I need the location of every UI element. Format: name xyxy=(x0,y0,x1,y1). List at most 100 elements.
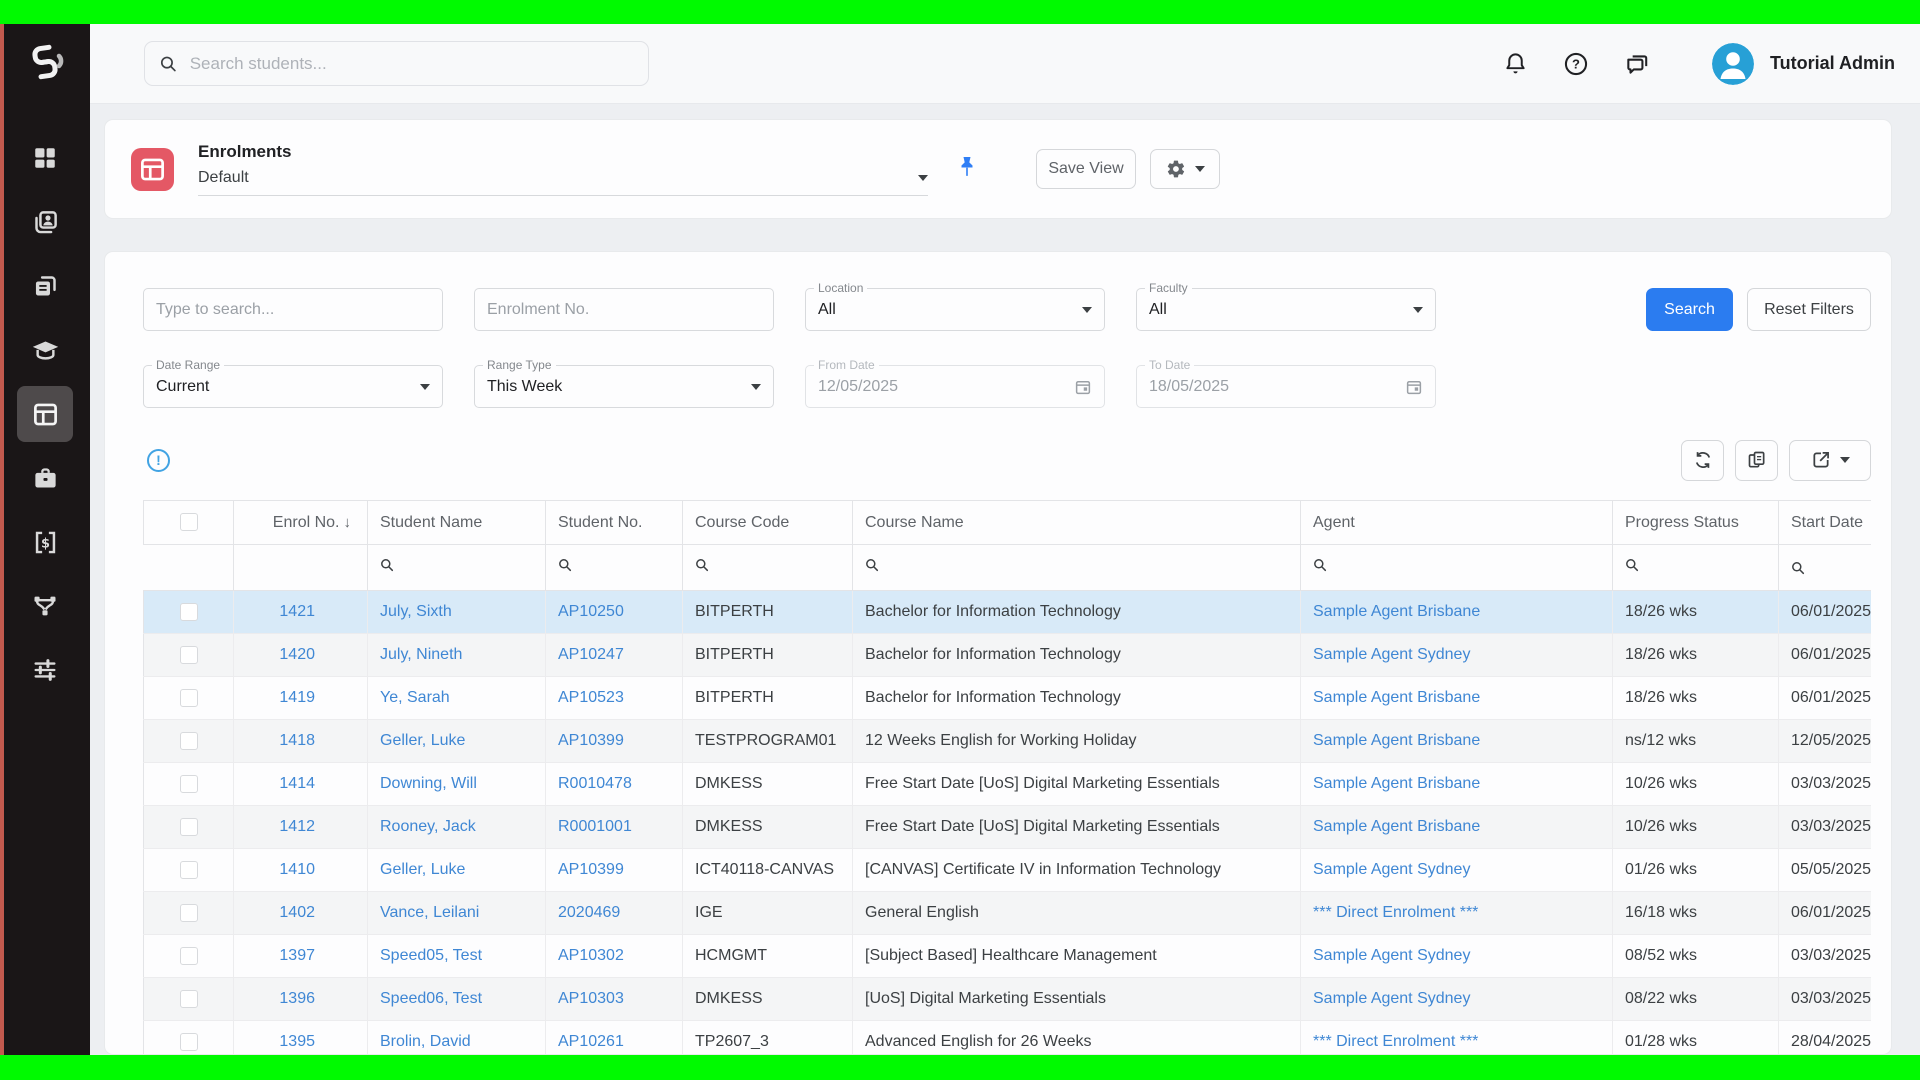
select-all-checkbox[interactable] xyxy=(180,513,198,531)
column-header-course-name[interactable]: Course Name xyxy=(853,501,1301,545)
row-checkbox[interactable] xyxy=(180,732,198,750)
enrol-no-link[interactable]: 1418 xyxy=(279,732,315,749)
enrol-no-link[interactable]: 1410 xyxy=(279,861,315,878)
row-checkbox[interactable] xyxy=(180,861,198,879)
student-no-link[interactable]: AP10399 xyxy=(558,732,624,749)
help-button[interactable]: ? xyxy=(1559,47,1593,81)
table-row[interactable]: 1402 Vance, Leilani 2020469 IGE General … xyxy=(144,892,1872,935)
faculty-select[interactable]: Faculty All xyxy=(1136,288,1436,331)
student-no-link[interactable]: AP10250 xyxy=(558,603,624,620)
agent-link[interactable]: Sample Agent Brisbane xyxy=(1313,603,1480,620)
sidebar-item-students[interactable] xyxy=(17,194,73,250)
filter-cell-enrol-no[interactable] xyxy=(234,545,368,591)
keyword-filter-field[interactable] xyxy=(143,288,443,331)
row-checkbox[interactable] xyxy=(180,646,198,664)
student-name-link[interactable]: Speed05, Test xyxy=(380,947,482,964)
row-checkbox[interactable] xyxy=(180,775,198,793)
location-select[interactable]: Location All xyxy=(805,288,1105,331)
student-name-link[interactable]: Ye, Sarah xyxy=(380,689,450,706)
enrol-no-link[interactable]: 1396 xyxy=(279,990,315,1007)
student-no-link[interactable]: AP10303 xyxy=(558,990,624,1007)
filter-cell-course-name[interactable] xyxy=(853,545,1301,591)
enrol-no-link[interactable]: 1420 xyxy=(279,646,315,663)
row-checkbox[interactable] xyxy=(180,947,198,965)
sidebar-item-settings[interactable] xyxy=(17,642,73,698)
table-row[interactable]: 1419 Ye, Sarah AP10523 BITPERTH Bachelor… xyxy=(144,677,1872,720)
column-header-student-name[interactable]: Student Name xyxy=(368,501,546,545)
user-avatar[interactable] xyxy=(1712,43,1754,85)
enrol-no-link[interactable]: 1412 xyxy=(279,818,315,835)
export-button[interactable] xyxy=(1789,440,1871,481)
sidebar-item-finance[interactable]: $ xyxy=(17,514,73,570)
agent-link[interactable]: *** Direct Enrolment *** xyxy=(1313,1033,1478,1050)
column-header-agent[interactable]: Agent xyxy=(1301,501,1613,545)
column-header-course-code[interactable]: Course Code xyxy=(683,501,853,545)
student-name-link[interactable]: Brolin, David xyxy=(380,1033,471,1050)
copy-button[interactable] xyxy=(1735,440,1778,481)
table-row[interactable]: 1412 Rooney, Jack R0001001 DMKESS Free S… xyxy=(144,806,1872,849)
from-date-field[interactable]: From Date 12/05/2025 xyxy=(805,365,1105,408)
agent-link[interactable]: Sample Agent Sydney xyxy=(1313,990,1470,1007)
view-settings-button[interactable] xyxy=(1150,149,1220,189)
table-row[interactable]: 1414 Downing, Will R0010478 DMKESS Free … xyxy=(144,763,1872,806)
row-checkbox[interactable] xyxy=(180,689,198,707)
student-name-link[interactable]: Geller, Luke xyxy=(380,732,465,749)
student-name-link[interactable]: July, Nineth xyxy=(380,646,462,663)
student-no-link[interactable]: AP10302 xyxy=(558,947,624,964)
to-date-field[interactable]: To Date 18/05/2025 xyxy=(1136,365,1436,408)
student-name-link[interactable]: Vance, Leilani xyxy=(380,904,479,921)
student-name-link[interactable]: Rooney, Jack xyxy=(380,818,476,835)
sidebar-item-workspace[interactable] xyxy=(17,450,73,506)
sidebar-item-integrations[interactable] xyxy=(17,578,73,634)
enrol-no-link[interactable]: 1421 xyxy=(279,603,315,620)
sidebar-item-documents[interactable] xyxy=(17,258,73,314)
student-no-link[interactable]: AP10399 xyxy=(558,861,624,878)
sidebar-item-courses[interactable] xyxy=(17,322,73,378)
refresh-button[interactable] xyxy=(1681,440,1724,481)
date-range-select[interactable]: Date Range Current xyxy=(143,365,443,408)
sidebar-item-enrolments[interactable] xyxy=(17,386,73,442)
agent-link[interactable]: *** Direct Enrolment *** xyxy=(1313,904,1478,921)
table-row[interactable]: 1410 Geller, Luke AP10399 ICT40118-CANVA… xyxy=(144,849,1872,892)
table-row[interactable]: 1397 Speed05, Test AP10302 HCMGMT [Subje… xyxy=(144,935,1872,978)
student-no-link[interactable]: R0001001 xyxy=(558,818,632,835)
search-students-input[interactable] xyxy=(190,54,634,74)
student-name-link[interactable]: July, Sixth xyxy=(380,603,452,620)
agent-link[interactable]: Sample Agent Brisbane xyxy=(1313,818,1480,835)
table-row[interactable]: 1420 July, Nineth AP10247 BITPERTH Bache… xyxy=(144,634,1872,677)
info-icon[interactable]: ! xyxy=(147,449,170,472)
student-no-link[interactable]: AP10247 xyxy=(558,646,624,663)
enrol-no-link[interactable]: 1395 xyxy=(279,1033,315,1050)
student-name-link[interactable]: Speed06, Test xyxy=(380,990,482,1007)
row-checkbox[interactable] xyxy=(180,1033,198,1051)
row-checkbox[interactable] xyxy=(180,603,198,621)
save-view-button[interactable]: Save View xyxy=(1036,149,1136,189)
user-name[interactable]: Tutorial Admin xyxy=(1770,53,1895,74)
column-header-start-date[interactable]: Start Date xyxy=(1779,501,1872,545)
enrol-no-link[interactable]: 1402 xyxy=(279,904,315,921)
agent-link[interactable]: Sample Agent Sydney xyxy=(1313,947,1470,964)
agent-link[interactable]: Sample Agent Brisbane xyxy=(1313,775,1480,792)
pin-view-button[interactable] xyxy=(956,155,978,184)
filter-cell-start-date[interactable] xyxy=(1779,545,1872,591)
agent-link[interactable]: Sample Agent Brisbane xyxy=(1313,732,1480,749)
agent-link[interactable]: Sample Agent Brisbane xyxy=(1313,689,1480,706)
filter-cell-student-no[interactable] xyxy=(546,545,683,591)
app-logo-icon[interactable] xyxy=(19,36,71,88)
table-row[interactable]: 1418 Geller, Luke AP10399 TESTPROGRAM01 … xyxy=(144,720,1872,763)
enrol-no-link[interactable]: 1414 xyxy=(279,775,315,792)
table-row[interactable]: 1396 Speed06, Test AP10303 DMKESS [UoS] … xyxy=(144,978,1872,1021)
row-checkbox[interactable] xyxy=(180,818,198,836)
student-no-link[interactable]: R0010478 xyxy=(558,775,632,792)
agent-link[interactable]: Sample Agent Sydney xyxy=(1313,646,1470,663)
agent-link[interactable]: Sample Agent Sydney xyxy=(1313,861,1470,878)
reset-filters-button[interactable]: Reset Filters xyxy=(1747,288,1871,331)
search-button[interactable]: Search xyxy=(1646,288,1733,331)
global-search[interactable] xyxy=(144,41,649,86)
column-header-student-no[interactable]: Student No. xyxy=(546,501,683,545)
table-row[interactable]: 1421 July, Sixth AP10250 BITPERTH Bachel… xyxy=(144,591,1872,634)
enrol-no-link[interactable]: 1397 xyxy=(279,947,315,964)
filter-cell-agent[interactable] xyxy=(1301,545,1613,591)
table-row[interactable]: 1395 Brolin, David AP10261 TP2607_3 Adva… xyxy=(144,1021,1872,1055)
messages-button[interactable] xyxy=(1620,47,1654,81)
